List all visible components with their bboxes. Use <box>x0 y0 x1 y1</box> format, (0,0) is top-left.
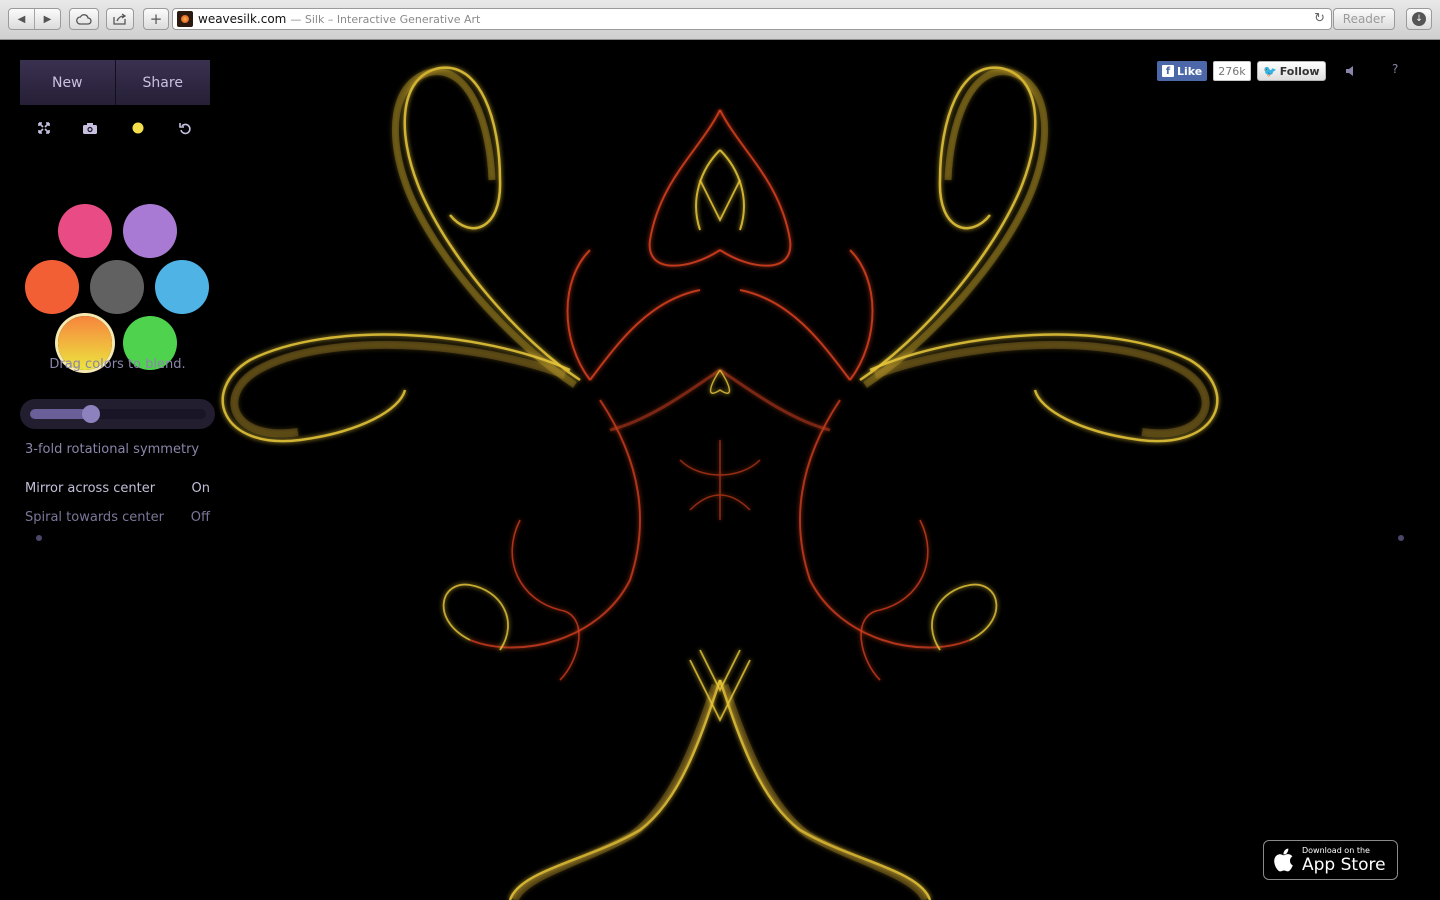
fullscreen-icon[interactable] <box>35 119 53 137</box>
camera-icon[interactable] <box>81 119 99 137</box>
forward-arrow-icon[interactable]: ▶ <box>34 9 60 29</box>
twitter-bird-icon: 🐦 <box>1263 64 1277 78</box>
facebook-icon: f <box>1162 65 1174 77</box>
new-button[interactable]: New <box>20 60 115 105</box>
plus-icon[interactable]: + <box>143 8 169 30</box>
like-count: 276k <box>1213 61 1251 81</box>
speaker-icon[interactable] <box>1344 64 1358 78</box>
browser-toolbar: ◀ ▶ + weavesilk.com — Silk – Interactive… <box>0 0 1440 40</box>
silk-canvas[interactable] <box>0 40 1440 900</box>
color-swatch-blue[interactable] <box>155 260 209 314</box>
address-domain: weavesilk.com <box>198 12 287 26</box>
spiral-toggle[interactable]: Spiral towards center Off <box>25 510 210 525</box>
right-marker-dot <box>1398 535 1404 541</box>
site-favicon <box>177 11 193 27</box>
facebook-like[interactable]: f Like 276k <box>1157 61 1251 81</box>
left-marker-dot <box>36 535 42 541</box>
color-swatch-purple[interactable] <box>123 204 177 258</box>
blend-hint: Drag colors to blend. <box>49 357 186 372</box>
icloud-icon[interactable] <box>69 8 99 30</box>
top-buttons: New Share <box>20 60 210 105</box>
color-swatch-pink[interactable] <box>58 204 112 258</box>
silk-page: New Share Drag colors to blend. 3-fold r… <box>0 40 1440 900</box>
follow-label: Follow <box>1279 64 1320 78</box>
color-swatch-orange[interactable] <box>25 260 79 314</box>
undo-icon[interactable] <box>176 119 194 137</box>
help-button[interactable]: ? <box>1392 62 1398 76</box>
appstore-big-text: App Store <box>1302 854 1386 875</box>
tool-row <box>20 105 215 149</box>
share-button[interactable]: Share <box>114 60 210 105</box>
symmetry-slider[interactable] <box>20 399 215 429</box>
address-page-title: — Silk – Interactive Generative Art <box>290 12 481 26</box>
silk-strands <box>221 66 722 900</box>
appstore-small-text: Download on the <box>1302 845 1370 855</box>
twitter-follow-button[interactable]: 🐦 Follow <box>1257 61 1326 81</box>
share-icon[interactable] <box>106 8 134 30</box>
nav-buttons: ◀ ▶ <box>8 8 61 30</box>
reload-icon[interactable]: ↻ <box>1314 11 1325 26</box>
back-arrow-icon[interactable]: ◀ <box>9 9 34 29</box>
mirror-label: Mirror across center <box>25 481 156 496</box>
silk-center <box>679 179 761 723</box>
mirror-value: On <box>191 481 210 496</box>
control-panel: New Share Drag colors to blend. 3-fold r… <box>20 60 215 525</box>
color-swatch-gray[interactable] <box>90 260 144 314</box>
spiral-label: Spiral towards center <box>25 510 164 525</box>
download-icon[interactable]: ↓ <box>1406 8 1432 30</box>
apple-icon <box>1274 848 1293 872</box>
symmetry-label: 3-fold rotational symmetry <box>25 442 200 457</box>
color-dot-icon[interactable] <box>129 119 147 137</box>
spiral-value: Off <box>190 510 210 525</box>
facebook-like-button[interactable]: f Like <box>1157 61 1208 81</box>
mirror-toggle[interactable]: Mirror across center On <box>25 481 210 496</box>
address-bar[interactable]: weavesilk.com — Silk – Interactive Gener… <box>172 8 1332 30</box>
reader-button[interactable]: Reader <box>1333 8 1395 30</box>
app-store-badge[interactable]: Download on the App Store <box>1263 840 1398 880</box>
slider-handle[interactable] <box>82 405 101 423</box>
like-label: Like <box>1177 64 1203 78</box>
